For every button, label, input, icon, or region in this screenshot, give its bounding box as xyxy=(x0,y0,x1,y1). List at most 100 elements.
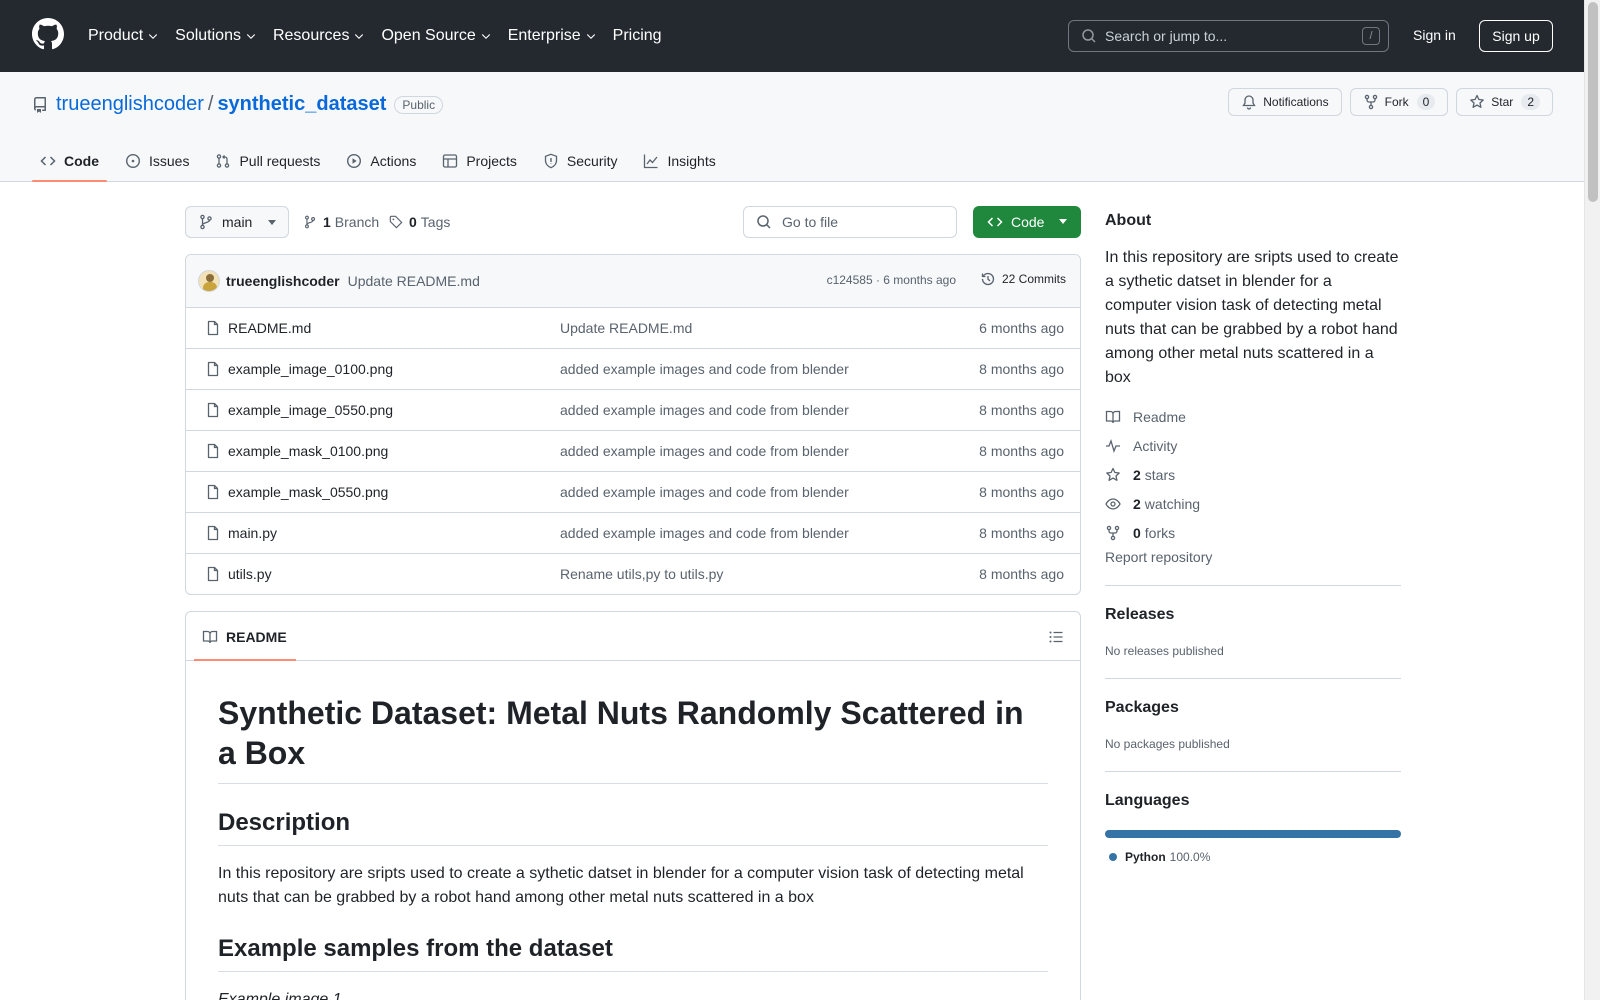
nav-solutions[interactable]: Solutions xyxy=(175,27,257,45)
readme-tab-label: README xyxy=(226,628,287,645)
repo-title: trueenglishcoder / synthetic_dataset Pub… xyxy=(32,93,444,116)
tab-issues-label: Issues xyxy=(149,153,190,169)
file-name-link[interactable]: example_mask_0100.png xyxy=(228,443,388,459)
notifications-label: Notifications xyxy=(1263,95,1329,109)
nav-open-source-label: Open Source xyxy=(381,27,476,44)
tab-code[interactable]: Code xyxy=(32,144,107,182)
watchers-link[interactable]: 2 watching xyxy=(1105,489,1401,518)
file-commit-date: 8 months ago xyxy=(979,443,1064,459)
notifications-button[interactable]: Notifications xyxy=(1228,88,1342,116)
file-name-link[interactable]: example_mask_0550.png xyxy=(228,484,388,500)
scrollbar-thumb[interactable] xyxy=(1588,2,1598,202)
packages-heading[interactable]: Packages xyxy=(1105,699,1401,717)
file-commit-message-link[interactable]: Update README.md xyxy=(560,320,692,336)
page-scrollbar[interactable] xyxy=(1584,0,1600,1000)
tab-pull-requests-label: Pull requests xyxy=(239,153,321,169)
activity-link-label: Activity xyxy=(1133,437,1178,454)
releases-heading[interactable]: Releases xyxy=(1105,606,1401,624)
stars-link[interactable]: 2 stars xyxy=(1105,460,1401,489)
go-to-file-placeholder: Go to file xyxy=(782,214,839,230)
file-toolbar: main 1 Branch 0 Tags Go to file Code xyxy=(185,206,1081,238)
repo-actions: Notifications Fork 0 Star 2 xyxy=(1228,88,1553,116)
language-color-dot xyxy=(1109,853,1117,861)
file-icon xyxy=(205,566,221,582)
github-logo-icon[interactable] xyxy=(32,18,64,50)
go-to-file-input[interactable]: Go to file xyxy=(743,206,957,238)
triangle-down-icon xyxy=(268,220,276,225)
repo-owner-link[interactable]: trueenglishcoder xyxy=(56,93,204,116)
sign-in-link[interactable]: Sign in xyxy=(1413,27,1456,43)
file-name-link[interactable]: example_image_0100.png xyxy=(228,361,393,377)
triangle-down-icon xyxy=(1059,219,1067,224)
file-name-link[interactable]: utils.py xyxy=(228,566,272,582)
forks-link[interactable]: 0 forks xyxy=(1105,518,1401,547)
table-row: example_image_0550.png added example imag… xyxy=(186,390,1080,431)
repo-name-link[interactable]: synthetic_dataset xyxy=(217,93,386,116)
tab-actions[interactable]: Actions xyxy=(338,144,424,178)
tab-code-label: Code xyxy=(64,153,99,169)
global-search-input[interactable]: Search or jump to... / xyxy=(1068,20,1389,52)
file-commit-message-link[interactable]: added example images and code from blend… xyxy=(560,525,849,541)
code-dropdown-button[interactable]: Code xyxy=(973,206,1081,238)
language-python[interactable]: Python 100.0% xyxy=(1105,850,1401,864)
branch-name: main xyxy=(222,214,253,230)
commit-message-link[interactable]: Update README.md xyxy=(348,273,480,289)
fork-button[interactable]: Fork 0 xyxy=(1349,88,1449,116)
nav-enterprise[interactable]: Enterprise xyxy=(508,27,597,45)
tab-security[interactable]: Security xyxy=(535,144,626,178)
repo-icon xyxy=(34,96,46,113)
tab-projects[interactable]: Projects xyxy=(434,144,525,178)
file-icon xyxy=(205,443,221,459)
tab-issues[interactable]: Issues xyxy=(117,144,197,178)
report-repository-link[interactable]: Report repository xyxy=(1105,549,1401,565)
file-commit-date: 8 months ago xyxy=(979,402,1064,418)
nav-open-source[interactable]: Open Source xyxy=(381,27,491,45)
file-commit-message-link[interactable]: Rename utils,py to utils.py xyxy=(560,566,723,582)
nav-resources[interactable]: Resources xyxy=(273,27,365,45)
file-commit-message-link[interactable]: added example images and code from blend… xyxy=(560,484,849,500)
commit-sha-and-time[interactable]: c124585 · 6 months ago xyxy=(827,273,956,287)
eye-icon xyxy=(1105,497,1121,510)
branch-selector[interactable]: main xyxy=(185,206,289,238)
star-icon xyxy=(1470,94,1485,108)
tag-icon xyxy=(389,215,403,229)
fork-count: 0 xyxy=(1416,94,1436,110)
chevron-down-icon xyxy=(586,34,595,40)
sign-up-button[interactable]: Sign up xyxy=(1479,20,1553,52)
star-button[interactable]: Star 2 xyxy=(1456,88,1553,116)
file-name-link[interactable]: main.py xyxy=(228,525,277,541)
branch-count: 1 xyxy=(323,214,331,230)
search-placeholder: Search or jump to... xyxy=(1105,28,1228,44)
nav-product[interactable]: Product xyxy=(88,27,159,45)
tab-insights[interactable]: Insights xyxy=(635,144,723,178)
nav-resources-label: Resources xyxy=(272,27,350,44)
branch-label: Branch xyxy=(334,214,380,230)
file-icon xyxy=(205,361,221,377)
file-commit-message-link[interactable]: added example images and code from blend… xyxy=(560,443,849,459)
language-percent: 100.0% xyxy=(1169,850,1211,864)
chevron-down-icon xyxy=(481,34,490,40)
file-icon xyxy=(205,402,221,418)
tab-pull-requests[interactable]: Pull requests xyxy=(207,144,328,178)
file-name-link[interactable]: example_image_0550.png xyxy=(228,402,393,418)
code-button-label: Code xyxy=(1011,214,1045,230)
file-commit-message-link[interactable]: added example images and code from blend… xyxy=(560,402,849,418)
file-rows: README.md Update README.md 6 months ago exa… xyxy=(186,308,1080,594)
table-icon xyxy=(443,154,458,168)
readme-tab[interactable]: README xyxy=(194,612,296,661)
tags-link[interactable]: 0 Tags xyxy=(389,214,450,230)
file-name-link[interactable]: README.md xyxy=(228,320,311,336)
file-commit-date: 8 months ago xyxy=(979,361,1064,377)
commit-author-link[interactable]: trueenglishcoder xyxy=(226,273,340,289)
table-row: README.md Update README.md 6 months ago xyxy=(186,308,1080,349)
about-heading: About xyxy=(1105,212,1152,229)
list-unordered-icon[interactable] xyxy=(1048,629,1064,645)
file-commit-message-link[interactable]: added example images and code from blend… xyxy=(560,361,849,377)
activity-link[interactable]: Activity xyxy=(1105,431,1401,460)
nav-pricing[interactable]: Pricing xyxy=(613,27,662,45)
branches-link[interactable]: 1 Branch xyxy=(303,214,379,230)
readme-link[interactable]: Readme xyxy=(1105,402,1401,431)
avatar[interactable] xyxy=(198,270,220,292)
commits-history-link[interactable]: 22 Commits xyxy=(980,271,1066,287)
table-row: example_mask_0100.png added example image… xyxy=(186,431,1080,472)
